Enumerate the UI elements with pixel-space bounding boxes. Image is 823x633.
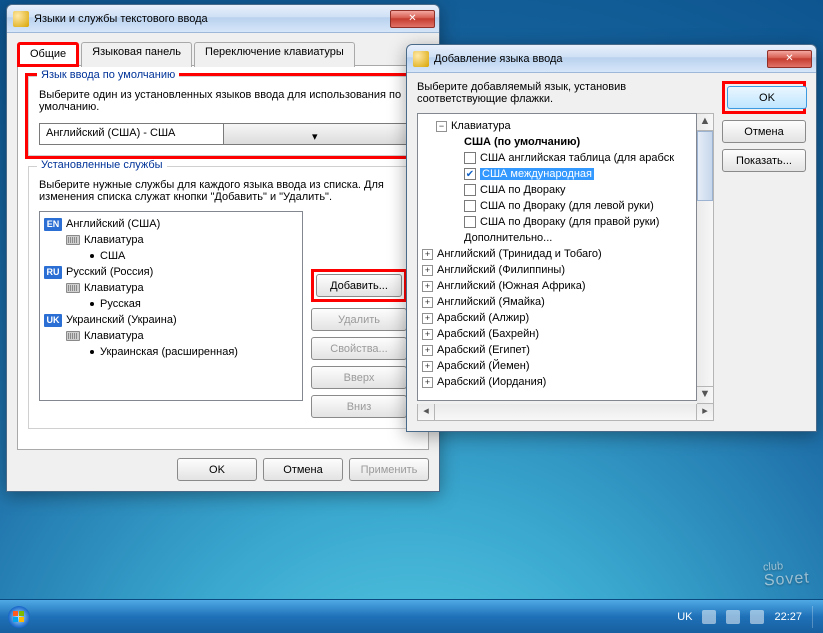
watermark: club Sovet <box>762 543 811 590</box>
start-button[interactable] <box>6 604 46 630</box>
combo-value: Английский (США) - США <box>40 124 223 144</box>
titlebar[interactable]: Добавление языка ввода ✕ <box>407 45 816 73</box>
move-down-button[interactable]: Вниз <box>311 395 407 418</box>
tab-language-bar[interactable]: Языковая панель <box>81 42 192 67</box>
cancel-button[interactable]: Отмена <box>722 120 806 143</box>
tree-kb-node[interactable]: Клавиатура <box>44 328 298 344</box>
group-legend: Установленные службы <box>37 159 167 171</box>
horizontal-scrollbar[interactable]: ◂ ▸ <box>417 404 714 421</box>
scroll-thumb[interactable] <box>697 131 713 201</box>
tree-layout[interactable]: США <box>44 248 298 264</box>
tree-kb-node[interactable]: Клавиатура <box>44 232 298 248</box>
apply-button[interactable]: Применить <box>349 458 429 481</box>
properties-button[interactable]: Свойства... <box>311 337 407 360</box>
collapse-icon[interactable]: − <box>436 121 447 132</box>
tree-kb-item[interactable]: США английская таблица (для арабск <box>422 150 692 166</box>
text-services-dialog: Языки и службы текстового ввода ✕ Общие … <box>6 4 440 492</box>
window-title: Добавление языка ввода <box>434 53 767 65</box>
tray-flag-icon[interactable] <box>702 610 716 624</box>
expand-icon[interactable]: + <box>422 297 433 308</box>
ok-button[interactable]: OK <box>177 458 257 481</box>
checkbox[interactable]: ✔ <box>464 168 476 180</box>
expand-icon[interactable]: + <box>422 345 433 356</box>
tree-lang-uk[interactable]: UKУкраинский (Украина) <box>44 312 298 328</box>
group-legend: Язык ввода по умолчанию <box>37 69 179 81</box>
tree-kb-item[interactable]: США по Двораку (для правой руки) <box>422 214 692 230</box>
tree-lang-item[interactable]: +Английский (Ямайка) <box>422 294 692 310</box>
close-icon[interactable]: ✕ <box>390 10 435 28</box>
checkbox[interactable] <box>464 200 476 212</box>
keyboard-icon <box>66 331 80 341</box>
expand-icon[interactable]: + <box>422 361 433 372</box>
expand-icon[interactable]: + <box>422 281 433 292</box>
titlebar[interactable]: Языки и службы текстового ввода ✕ <box>7 5 439 33</box>
taskbar[interactable]: UK 22:27 <box>0 599 823 633</box>
tray-language[interactable]: UK <box>677 611 692 623</box>
checkbox[interactable] <box>464 152 476 164</box>
tray-clock[interactable]: 22:27 <box>774 611 802 623</box>
installed-services-group: Установленные службы Выберите нужные слу… <box>28 166 418 429</box>
tree-lang-item[interactable]: +Арабский (Йемен) <box>422 358 692 374</box>
installed-languages-tree[interactable]: ENАнглийский (США) Клавиатура США RUРусс… <box>39 211 303 401</box>
tree-layout[interactable]: Русская <box>44 296 298 312</box>
tree-kb-root[interactable]: −Клавиатура <box>422 118 692 134</box>
tray-network-icon[interactable] <box>726 610 740 624</box>
expand-icon[interactable]: + <box>422 377 433 388</box>
window-title: Языки и службы текстового ввода <box>34 13 390 25</box>
tree-kb-node[interactable]: Клавиатура <box>44 280 298 296</box>
tree-lang-item[interactable]: +Английский (Южная Африка) <box>422 278 692 294</box>
cancel-button[interactable]: Отмена <box>263 458 343 481</box>
remove-button[interactable]: Удалить <box>311 308 407 331</box>
add-language-dialog: Добавление языка ввода ✕ Выберите добавл… <box>406 44 817 432</box>
scroll-up-icon[interactable]: ▲ <box>697 114 713 131</box>
tree-kb-more[interactable]: Дополнительно... <box>422 230 692 246</box>
tray-volume-icon[interactable] <box>750 610 764 624</box>
tree-lang-item[interactable]: +Арабский (Бахрейн) <box>422 326 692 342</box>
tree-lang-ru[interactable]: RUРусский (Россия) <box>44 264 298 280</box>
tree-lang-item[interactable]: +Английский (Филиппины) <box>422 262 692 278</box>
tree-lang-en[interactable]: ENАнглийский (США) <box>44 216 298 232</box>
preview-button[interactable]: Показать... <box>722 149 806 172</box>
tab-general[interactable]: Общие <box>17 42 79 67</box>
tree-layout[interactable]: Украинская (расширенная) <box>44 344 298 360</box>
keyboard-icon <box>66 235 80 245</box>
expand-icon[interactable]: + <box>422 265 433 276</box>
keyboard-icon <box>66 283 80 293</box>
language-tree[interactable]: −Клавиатура США (по умолчанию) США англи… <box>417 113 697 401</box>
scroll-left-icon[interactable]: ◂ <box>418 404 435 420</box>
tabstrip: Общие Языковая панель Переключение клави… <box>17 41 429 66</box>
add-instruction: Выберите добавляемый язык, установив соо… <box>417 81 714 105</box>
app-icon <box>413 51 429 67</box>
tree-lang-item[interactable]: +Арабский (Египет) <box>422 342 692 358</box>
scroll-right-icon[interactable]: ▸ <box>696 404 713 420</box>
tree-lang-item[interactable]: +Арабский (Иордания) <box>422 374 692 390</box>
expand-icon[interactable]: + <box>422 249 433 260</box>
checkbox[interactable] <box>464 184 476 196</box>
tree-lang-item[interactable]: +Английский (Тринидад и Тобаго) <box>422 246 692 262</box>
add-button[interactable]: Добавить... <box>316 274 402 297</box>
expand-icon[interactable]: + <box>422 313 433 324</box>
tree-lang-item[interactable]: +Арабский (Алжир) <box>422 310 692 326</box>
chevron-down-icon[interactable]: ▾ <box>223 124 407 144</box>
checkbox[interactable] <box>464 216 476 228</box>
tree-kb-item[interactable]: ✔США международная <box>422 166 692 182</box>
show-desktop[interactable] <box>812 606 813 628</box>
installed-services-text: Выберите нужные службы для каждого языка… <box>39 179 407 203</box>
tree-kb-default[interactable]: США (по умолчанию) <box>422 134 692 150</box>
tree-kb-item[interactable]: США по Двораку <box>422 182 692 198</box>
default-language-text: Выберите один из установленных языков вв… <box>39 89 407 113</box>
tree-kb-item[interactable]: США по Двораку (для левой руки) <box>422 198 692 214</box>
app-icon <box>13 11 29 27</box>
expand-icon[interactable]: + <box>422 329 433 340</box>
default-language-group: Язык ввода по умолчанию Выберите один из… <box>28 76 418 156</box>
tab-switching[interactable]: Переключение клавиатуры <box>194 42 355 67</box>
move-up-button[interactable]: Вверх <box>311 366 407 389</box>
ok-button[interactable]: OK <box>727 86 807 109</box>
scroll-down-icon[interactable]: ▼ <box>697 386 713 403</box>
vertical-scrollbar[interactable]: ▲ ▼ <box>697 113 714 404</box>
close-icon[interactable]: ✕ <box>767 50 812 68</box>
default-language-combo[interactable]: Английский (США) - США ▾ <box>39 123 407 145</box>
